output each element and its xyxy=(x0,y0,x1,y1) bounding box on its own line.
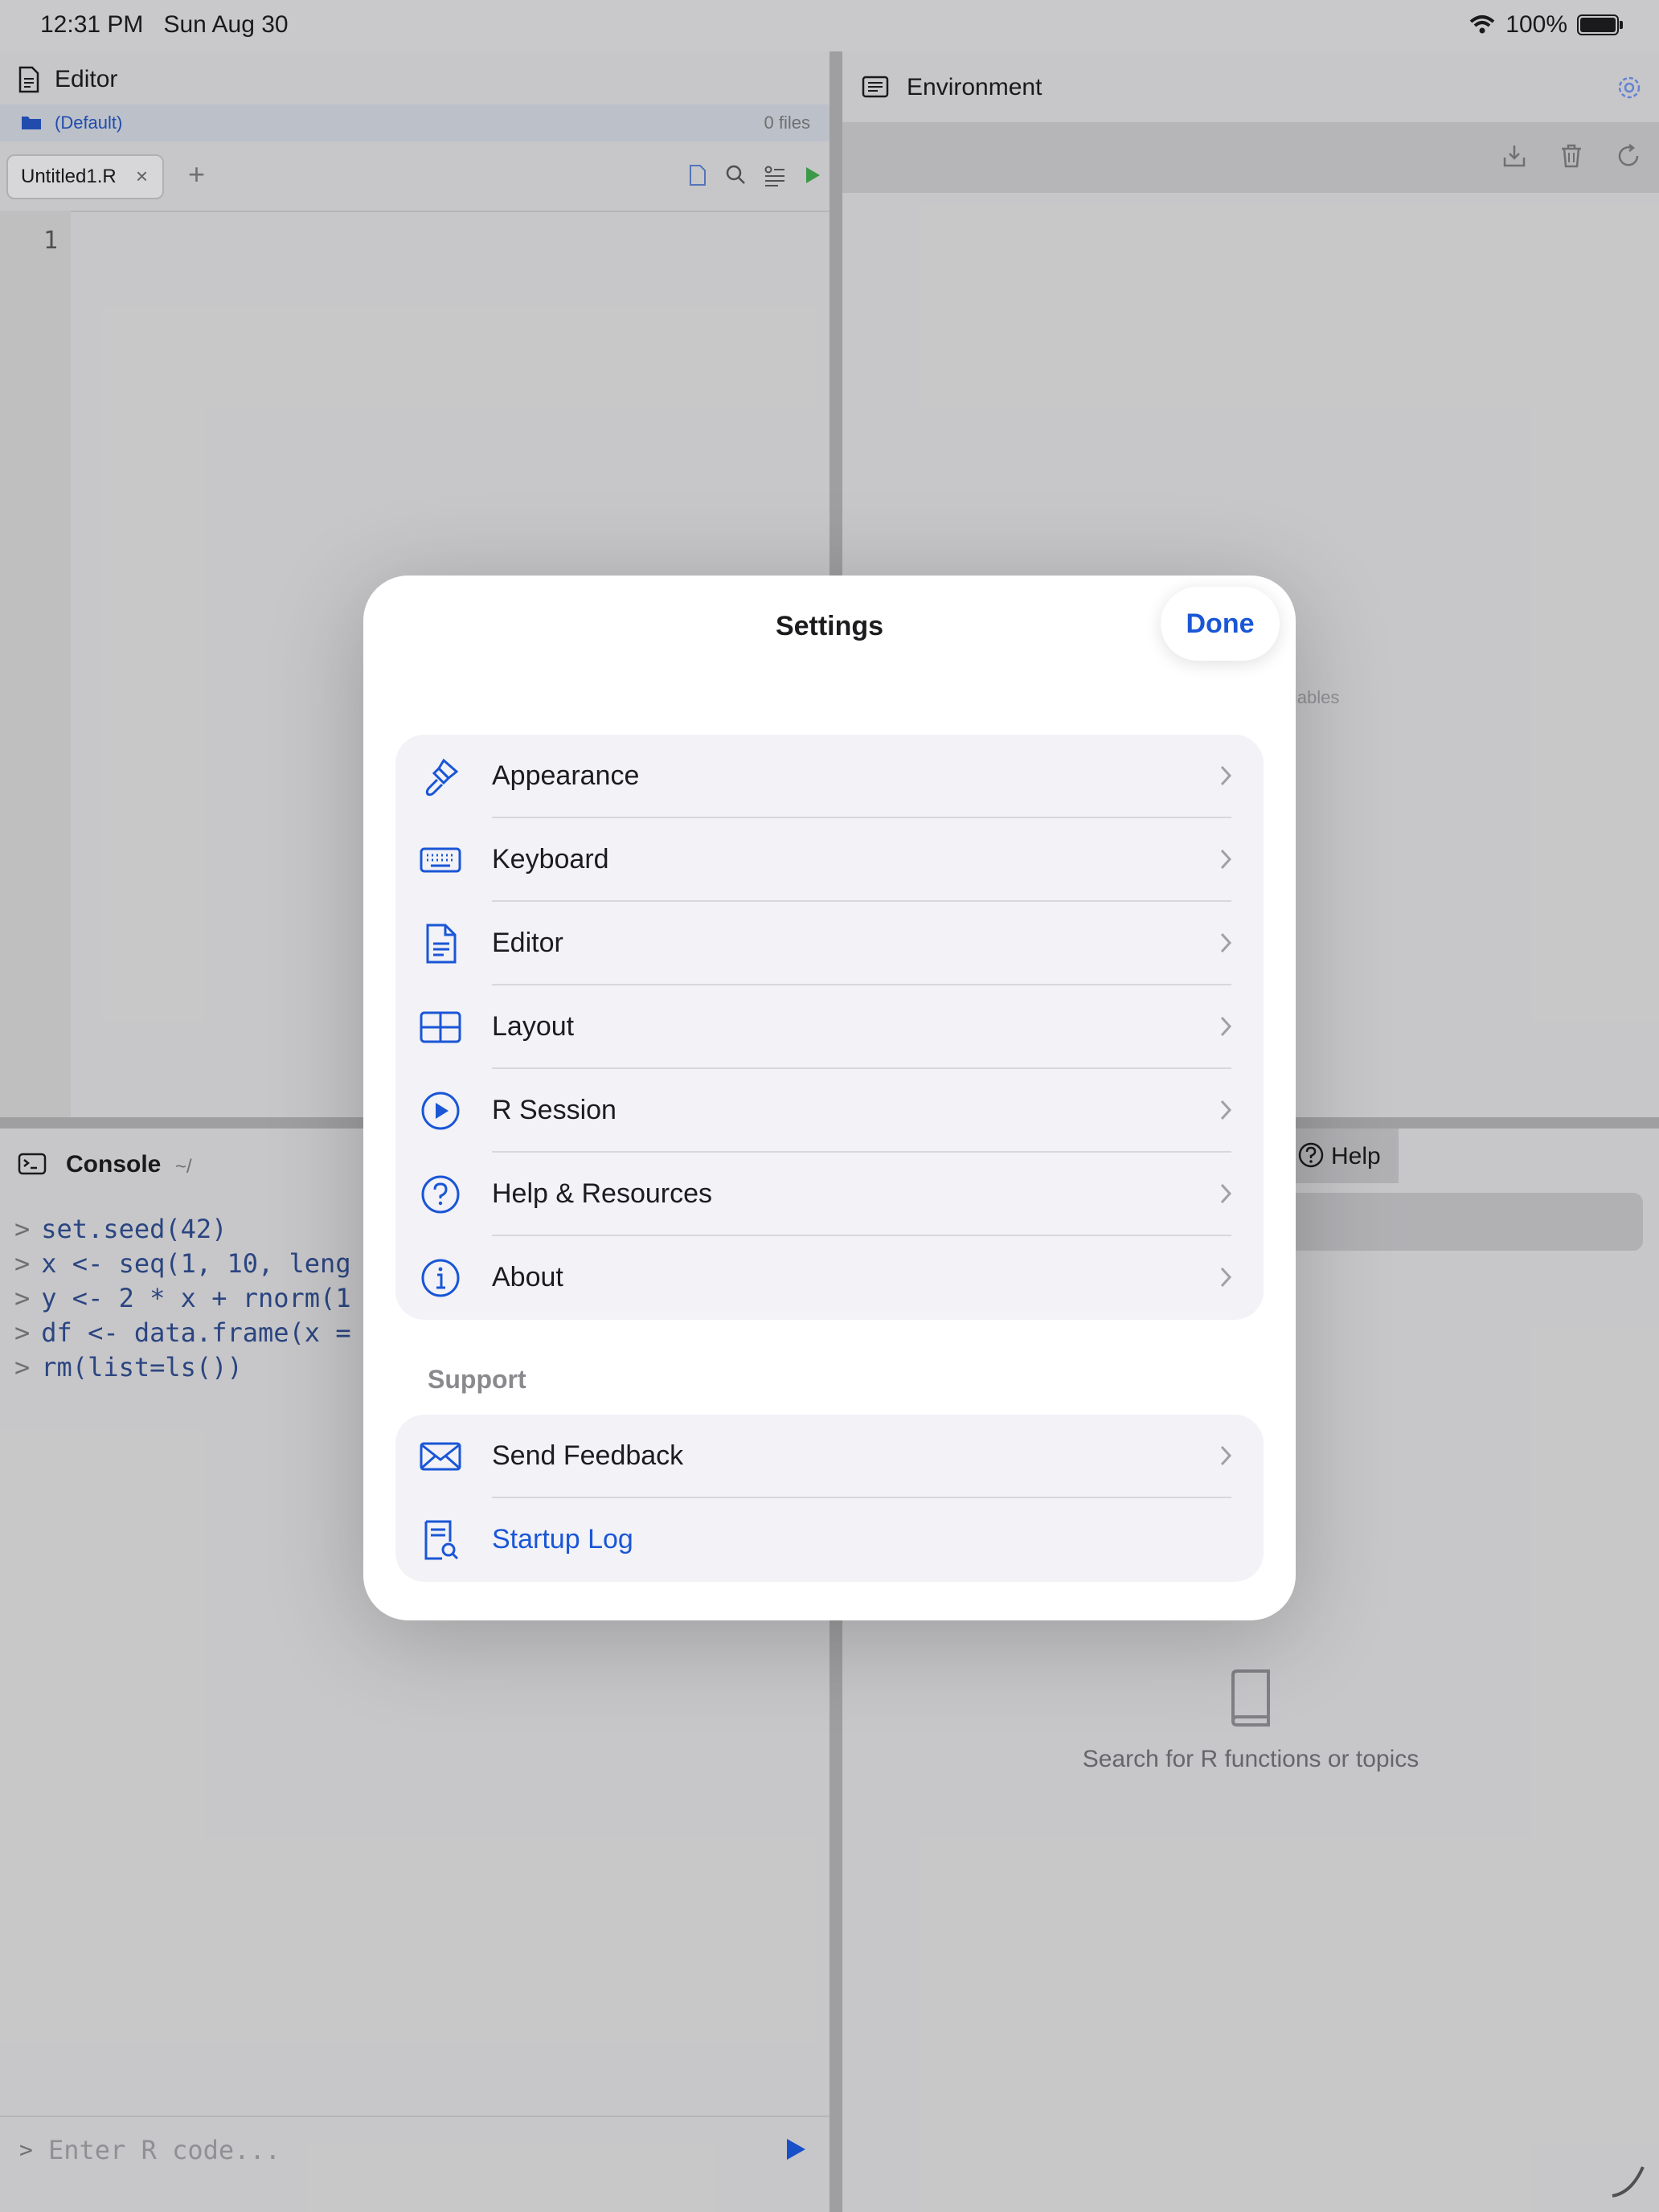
chevron-right-icon xyxy=(1220,1445,1232,1466)
settings-item-appearance[interactable]: Appearance xyxy=(395,735,1264,818)
chevron-right-icon xyxy=(1220,1267,1232,1288)
settings-item-help-resources[interactable]: Help & Resources xyxy=(395,1153,1264,1236)
settings-item-label: Help & Resources xyxy=(492,1178,713,1209)
settings-title: Settings xyxy=(775,611,884,641)
settings-item-label: R Session xyxy=(492,1095,616,1125)
chevron-right-icon xyxy=(1220,765,1232,786)
log-search-icon xyxy=(424,1520,459,1560)
support-section-header: Support xyxy=(428,1365,526,1394)
paintbrush-icon xyxy=(425,758,459,797)
settings-support-group: Send Feedback Startup Log xyxy=(395,1415,1264,1582)
chevron-right-icon xyxy=(1220,1100,1232,1120)
settings-item-about[interactable]: About xyxy=(395,1236,1264,1320)
chevron-right-icon xyxy=(1220,849,1232,870)
settings-item-send-feedback[interactable]: Send Feedback xyxy=(395,1415,1264,1498)
settings-item-label: Send Feedback xyxy=(492,1440,684,1471)
settings-item-label: Editor xyxy=(492,928,563,958)
settings-item-label: Keyboard xyxy=(492,844,609,875)
settings-main-group: Appearance Keyboard Editor Layout R Sess… xyxy=(395,735,1264,1320)
question-circle-icon xyxy=(421,1175,460,1214)
play-circle-icon xyxy=(421,1092,460,1130)
done-button[interactable]: Done xyxy=(1161,587,1280,661)
settings-item-keyboard[interactable]: Keyboard xyxy=(395,818,1264,902)
settings-item-startup-log[interactable]: Startup Log xyxy=(395,1498,1264,1582)
settings-item-label: Startup Log xyxy=(492,1524,633,1555)
chevron-right-icon xyxy=(1220,932,1232,953)
settings-item-r-session[interactable]: R Session xyxy=(395,1069,1264,1153)
document-icon xyxy=(426,924,457,964)
settings-item-layout[interactable]: Layout xyxy=(395,985,1264,1069)
settings-item-label: Layout xyxy=(492,1011,575,1042)
settings-modal: Settings Done Appearance Keyboard Editor… xyxy=(363,576,1296,1620)
settings-item-label: About xyxy=(492,1262,563,1292)
settings-item-editor[interactable]: Editor xyxy=(395,902,1264,985)
chevron-right-icon xyxy=(1220,1016,1232,1037)
info-circle-icon xyxy=(421,1259,460,1297)
envelope-icon xyxy=(420,1442,461,1471)
keyboard-icon xyxy=(420,847,461,873)
settings-item-label: Appearance xyxy=(492,760,640,791)
chevron-right-icon xyxy=(1220,1183,1232,1204)
grid-icon xyxy=(420,1011,461,1043)
